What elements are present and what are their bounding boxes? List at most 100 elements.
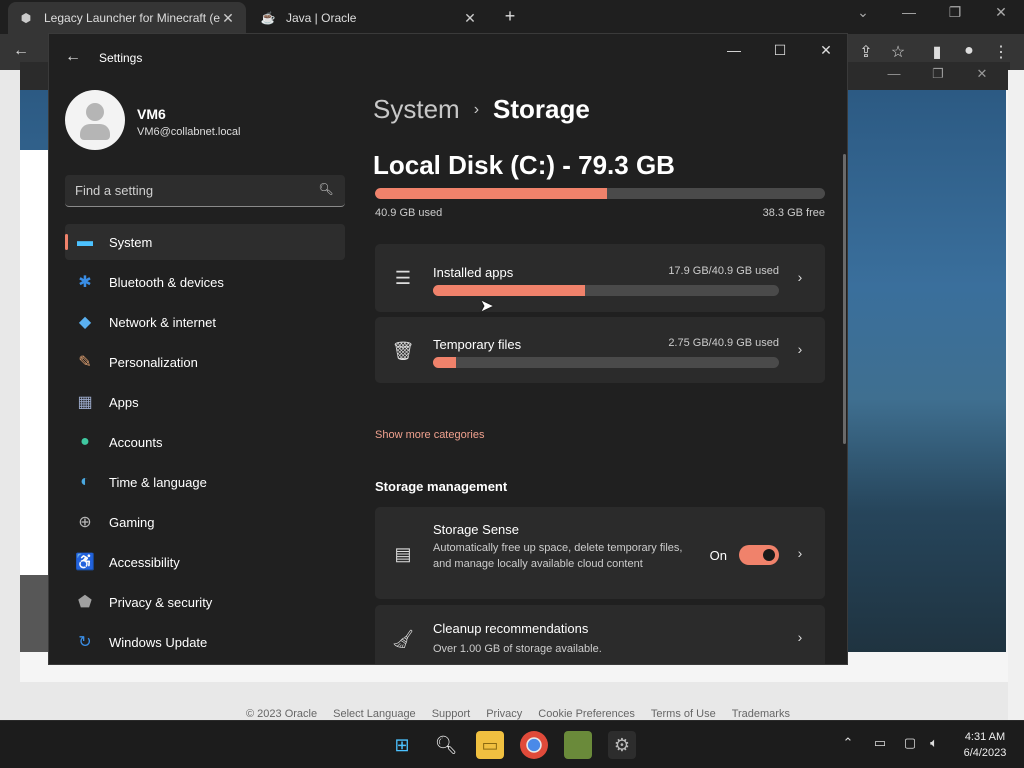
back-arrow-icon[interactable]: ←	[10, 42, 32, 60]
mouse-cursor-icon: ➤	[480, 298, 494, 315]
card-description: Over 1.00 GB of storage available.	[433, 643, 602, 655]
sidebar-item-accessibility[interactable]: ♿ Accessibility	[65, 544, 345, 580]
find-setting-search: 🔍︎	[65, 175, 345, 207]
settings-titlebar: ← Settings — ☐ ✕	[49, 34, 847, 82]
profile-name: VM6	[137, 106, 166, 122]
profile-icon[interactable]: ●	[958, 42, 980, 60]
network-icon[interactable]: ▭	[870, 735, 890, 751]
monitor-icon[interactable]: ▢	[900, 735, 920, 751]
disk-title: Local Disk (C:) - 79.3 GB	[373, 150, 675, 180]
system-clock[interactable]: 4:31 AM 6/4/2023	[955, 729, 1015, 761]
browser-tab-bar: ⬢ Legacy Launcher for Minecraft (e ✕ ☕ J…	[0, 0, 1024, 34]
user-profile[interactable]: VM6 VM6@collabnet.local	[65, 90, 355, 150]
card-usage: 17.9 GB/40.9 GB used	[668, 265, 779, 277]
search-icon[interactable]: 🔍︎	[317, 182, 335, 196]
browser-tab-java-oracle[interactable]: ☕ Java | Oracle ✕	[250, 2, 488, 34]
java-logo-icon: ☕	[260, 11, 276, 25]
side-panel-icon[interactable]: ▮	[926, 42, 948, 62]
chevron-up-icon[interactable]: ⌃	[838, 735, 858, 751]
sidebar-item-apps[interactable]: ▦ Apps	[65, 384, 345, 420]
list-icon: ☰	[394, 267, 412, 288]
sidebar-item-label: Apps	[109, 394, 139, 410]
card-title: Cleanup recommendations	[433, 621, 589, 636]
chevron-right-icon: ›	[797, 341, 803, 357]
back-arrow-icon[interactable]: ←	[63, 48, 83, 66]
file-explorer-icon[interactable]: ▭	[476, 731, 504, 759]
share-icon[interactable]: ⇪	[855, 42, 877, 62]
sidebar-item-gaming[interactable]: ⊕ Gaming	[65, 504, 345, 540]
gamepad-icon: ⊕	[78, 514, 92, 531]
update-icon: ↻	[78, 634, 92, 651]
chevron-right-icon: ›	[797, 629, 803, 645]
broom-icon: 🧹︎	[391, 628, 415, 649]
launcher-left-panel	[20, 150, 50, 575]
storage-sense-toggle[interactable]	[739, 545, 779, 565]
taskbar: ⊞ 🔍︎ ▭ ⚙ ⌃ ▭ ▢ 🔈︎ 4:31 AM 6/4/2023	[0, 720, 1024, 768]
browser-minimize-button[interactable]: —	[897, 4, 921, 20]
disk-usage-fill	[375, 188, 608, 199]
sidebar-item-personalization[interactable]: ✎ Personalization	[65, 344, 345, 380]
minecraft-block-icon[interactable]	[564, 731, 592, 759]
breadcrumb-parent[interactable]: System	[373, 94, 460, 125]
sidebar-item-label: Accessibility	[109, 554, 180, 570]
browser-tab-legacy-launcher[interactable]: ⬢ Legacy Launcher for Minecraft (e ✕	[8, 2, 246, 34]
shield-icon: ⬟	[78, 594, 92, 611]
launcher-minimize-button[interactable]: —	[882, 66, 906, 81]
settings-gear-icon[interactable]: ⚙	[608, 731, 636, 759]
menu-dots-icon[interactable]: ⋮	[990, 42, 1012, 62]
new-tab-button[interactable]: +	[500, 6, 520, 27]
sidebar-item-label: Personalization	[109, 354, 198, 370]
category-usage-bar	[433, 285, 779, 296]
toggle-label: On	[709, 547, 727, 563]
sidebar-item-label: Windows Update	[109, 634, 208, 650]
start-windows-icon[interactable]: ⊞	[388, 731, 416, 759]
category-usage-fill	[433, 357, 457, 368]
sidebar-item-label: Bluetooth & devices	[109, 274, 224, 290]
volume-icon[interactable]: 🔈︎	[924, 735, 944, 751]
card-title: Temporary files	[433, 337, 522, 352]
sidebar-item-system[interactable]: ▬ System	[65, 224, 345, 260]
sidebar-item-label: System	[109, 234, 153, 250]
minimize-button[interactable]: —	[719, 42, 749, 58]
sidebar-item-accounts[interactable]: ● Accounts	[65, 424, 345, 460]
sidebar-item-windows-update[interactable]: ↻ Windows Update	[65, 624, 345, 660]
settings-scrollbar[interactable]	[843, 154, 846, 444]
sidebar-item-time-language[interactable]: ◐ Time & language	[65, 464, 345, 500]
profile-email: VM6@collabnet.local	[137, 126, 241, 138]
sidebar-item-label: Network & internet	[109, 314, 216, 330]
bookmark-star-icon[interactable]: ☆	[887, 42, 909, 62]
chevron-right-icon: ›	[797, 269, 803, 285]
sidebar-item-network-internet[interactable]: ◆ Network & internet	[65, 304, 345, 340]
brush-icon: ✎	[78, 354, 92, 371]
breadcrumb: System › Storage	[373, 94, 590, 125]
card-usage: 2.75 GB/40.9 GB used	[668, 337, 779, 349]
launcher-restore-button[interactable]: ❐	[926, 66, 950, 82]
temporary-files-card[interactable]: 🗑︎ Temporary files 2.75 GB/40.9 GB used …	[375, 317, 825, 383]
launcher-close-button[interactable]: ✕	[970, 66, 994, 82]
search-input[interactable]	[65, 175, 305, 206]
clock-date: 6/4/2023	[963, 747, 1007, 759]
sidebar-item-label: Time & language	[109, 474, 207, 490]
sidebar-item-bluetooth-devices[interactable]: ✱ Bluetooth & devices	[65, 264, 345, 300]
close-tab-icon[interactable]: ✕	[462, 10, 478, 27]
monitor-icon: ▬	[77, 233, 93, 250]
browser-close-button[interactable]: ✕	[989, 4, 1013, 21]
page-scrollbar[interactable]	[1008, 70, 1024, 720]
disk-free-label: 38.3 GB free	[762, 207, 825, 219]
tab-search-icon[interactable]: ⌄	[851, 4, 875, 21]
show-more-categories-link[interactable]: Show more categories	[375, 429, 484, 441]
installed-apps-card[interactable]: ☰ Installed apps 17.9 GB/40.9 GB used ›	[375, 244, 825, 312]
cleanup-recommendations-card[interactable]: 🧹︎ Cleanup recommendations Over 1.00 GB …	[375, 605, 825, 664]
page-title: Storage	[493, 94, 590, 124]
close-tab-icon[interactable]: ✕	[220, 10, 236, 27]
browser-restore-button[interactable]: ❐	[943, 4, 967, 21]
apps-icon: ▦	[77, 394, 93, 411]
chrome-icon[interactable]	[520, 731, 548, 759]
maximize-button[interactable]: ☐	[765, 42, 795, 59]
sidebar-item-label: Gaming	[109, 514, 155, 530]
category-usage-fill	[433, 285, 585, 296]
search-icon[interactable]: 🔍︎	[432, 731, 460, 759]
close-button[interactable]: ✕	[811, 42, 841, 59]
sidebar-item-privacy-security[interactable]: ⬟ Privacy & security	[65, 584, 345, 620]
storage-sense-card[interactable]: ▤ Storage Sense Automatically free up sp…	[375, 507, 825, 599]
